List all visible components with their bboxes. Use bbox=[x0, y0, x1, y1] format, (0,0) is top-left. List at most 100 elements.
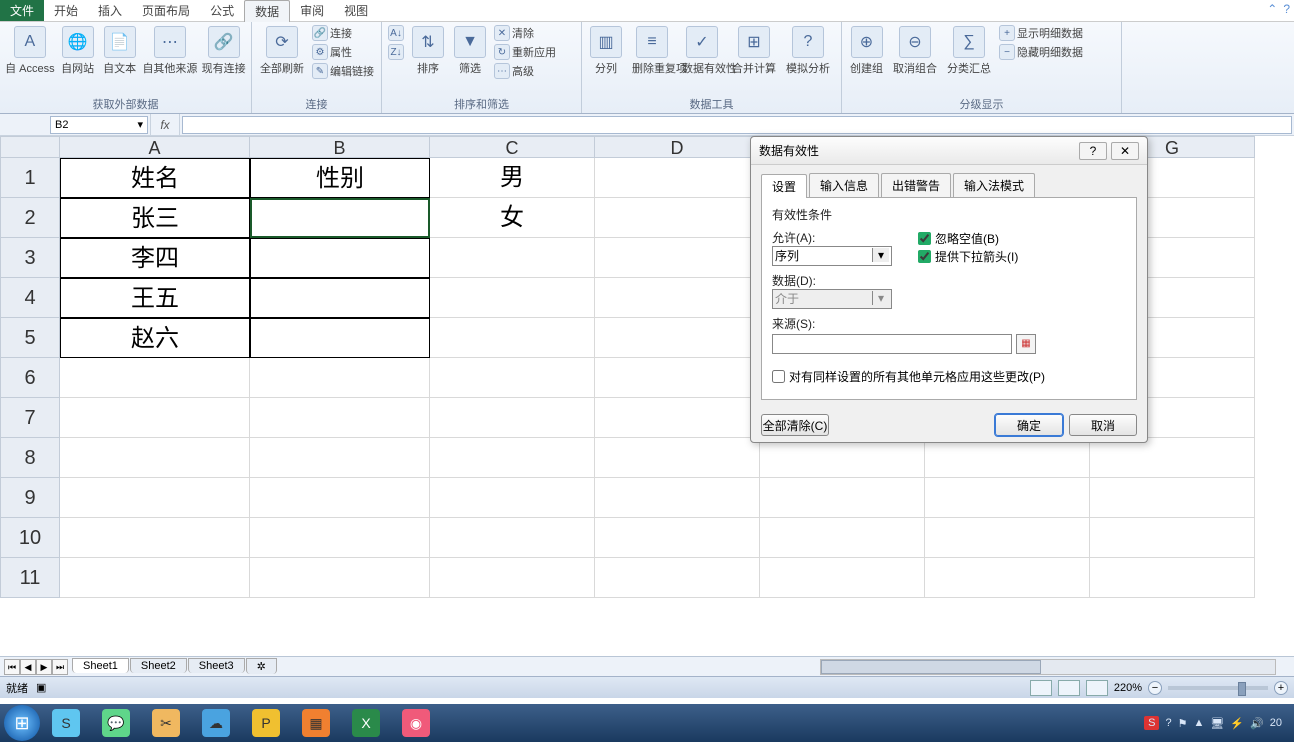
cell-c3[interactable] bbox=[430, 238, 595, 278]
taskbar-app-6[interactable]: ▦ bbox=[292, 707, 340, 739]
cell-b7[interactable] bbox=[250, 398, 430, 438]
cell-a2[interactable]: 张三 bbox=[60, 198, 250, 238]
dlg-tab-error[interactable]: 出错警告 bbox=[881, 173, 951, 197]
cell-c7[interactable] bbox=[430, 398, 595, 438]
taskbar-app-3[interactable]: ✂ bbox=[142, 707, 190, 739]
zoom-slider[interactable] bbox=[1168, 686, 1268, 690]
chevron-down-icon[interactable]: ▾ bbox=[137, 118, 143, 131]
tray-sound-icon[interactable]: 🔊 bbox=[1250, 717, 1264, 730]
cell-b2[interactable] bbox=[250, 198, 430, 238]
col-header-b[interactable]: B bbox=[250, 136, 430, 158]
system-tray[interactable]: S ? ⚑ ▲ 🖥 ⚡ 🔊 20 bbox=[1144, 716, 1290, 730]
row-header-10[interactable]: 10 bbox=[0, 518, 60, 558]
tab-data[interactable]: 数据 bbox=[244, 0, 290, 22]
zoom-in-button[interactable]: + bbox=[1274, 681, 1288, 695]
cell-d10[interactable] bbox=[595, 518, 760, 558]
cell-c9[interactable] bbox=[430, 478, 595, 518]
sheet-nav-last[interactable]: ⏭ bbox=[52, 659, 68, 675]
connections-button[interactable]: 🔗连接 bbox=[310, 24, 376, 42]
horizontal-scrollbar[interactable] bbox=[820, 659, 1276, 675]
cell-e9[interactable] bbox=[760, 478, 925, 518]
sheet-tab-1[interactable]: Sheet1 bbox=[72, 658, 129, 673]
cell-c1[interactable]: 男 bbox=[430, 158, 595, 198]
ok-button[interactable]: 确定 bbox=[995, 414, 1063, 436]
zoom-out-button[interactable]: − bbox=[1148, 681, 1162, 695]
allow-select[interactable]: 序列 bbox=[772, 246, 892, 266]
whatif-button[interactable]: ?模拟分析 bbox=[782, 24, 834, 78]
col-header-d[interactable]: D bbox=[595, 136, 760, 158]
cell-a5[interactable]: 赵六 bbox=[60, 318, 250, 358]
cell-b8[interactable] bbox=[250, 438, 430, 478]
dlg-tab-settings[interactable]: 设置 bbox=[761, 174, 807, 198]
cell-f10[interactable] bbox=[925, 518, 1090, 558]
range-selector-button[interactable]: ▦ bbox=[1016, 334, 1036, 354]
consolidate-button[interactable]: ⊞合并计算 bbox=[728, 24, 780, 78]
cell-f8[interactable] bbox=[925, 438, 1090, 478]
cell-d9[interactable] bbox=[595, 478, 760, 518]
tray-network-icon[interactable]: 🖥 bbox=[1210, 717, 1224, 730]
cell-f11[interactable] bbox=[925, 558, 1090, 598]
filter-button[interactable]: ▼筛选 bbox=[450, 24, 490, 78]
from-web-button[interactable]: 🌐自网站 bbox=[58, 24, 98, 78]
text-to-columns-button[interactable]: ▥分列 bbox=[586, 24, 626, 78]
apply-changes-checkbox[interactable]: 对有同样设置的所有其他单元格应用这些更改(P) bbox=[772, 368, 1126, 385]
cell-b1[interactable]: 性别 bbox=[250, 158, 430, 198]
cell-a8[interactable] bbox=[60, 438, 250, 478]
row-header-9[interactable]: 9 bbox=[0, 478, 60, 518]
name-box[interactable]: B2▾ bbox=[50, 116, 148, 134]
from-other-button[interactable]: ⋯自其他来源 bbox=[142, 24, 199, 78]
remove-dup-button[interactable]: ≡删除重复项 bbox=[628, 24, 676, 78]
fx-icon[interactable]: fx bbox=[150, 114, 180, 135]
tab-view[interactable]: 视图 bbox=[334, 0, 378, 21]
cell-a7[interactable] bbox=[60, 398, 250, 438]
cell-d8[interactable] bbox=[595, 438, 760, 478]
cell-b3[interactable] bbox=[250, 238, 430, 278]
row-header-8[interactable]: 8 bbox=[0, 438, 60, 478]
tab-insert[interactable]: 插入 bbox=[88, 0, 132, 21]
cell-g11[interactable] bbox=[1090, 558, 1255, 598]
cell-c5[interactable] bbox=[430, 318, 595, 358]
cell-e8[interactable] bbox=[760, 438, 925, 478]
source-input[interactable] bbox=[772, 334, 1012, 354]
cell-g8[interactable] bbox=[1090, 438, 1255, 478]
taskbar-app-2[interactable]: 💬 bbox=[92, 707, 140, 739]
cell-d6[interactable] bbox=[595, 358, 760, 398]
row-header-4[interactable]: 4 bbox=[0, 278, 60, 318]
cell-c4[interactable] bbox=[430, 278, 595, 318]
sheet-tab-3[interactable]: Sheet3 bbox=[188, 658, 245, 673]
row-header-6[interactable]: 6 bbox=[0, 358, 60, 398]
cell-a3[interactable]: 李四 bbox=[60, 238, 250, 278]
sheet-nav-first[interactable]: ⏮ bbox=[4, 659, 20, 675]
cell-d7[interactable] bbox=[595, 398, 760, 438]
col-header-a[interactable]: A bbox=[60, 136, 250, 158]
properties-button[interactable]: ⚙属性 bbox=[310, 43, 376, 61]
cell-b9[interactable] bbox=[250, 478, 430, 518]
clear-all-button[interactable]: 全部清除(C) bbox=[761, 414, 829, 436]
tab-file[interactable]: 文件 bbox=[0, 0, 44, 21]
cell-d5[interactable] bbox=[595, 318, 760, 358]
existing-conn-button[interactable]: 🔗现有连接 bbox=[200, 24, 247, 78]
macro-record-icon[interactable]: ▣ bbox=[36, 681, 46, 694]
taskbar-app-5[interactable]: P bbox=[242, 707, 290, 739]
tray-up-icon[interactable]: ▲ bbox=[1193, 717, 1204, 729]
cell-b5[interactable] bbox=[250, 318, 430, 358]
ungroup-button[interactable]: ⊖取消组合 bbox=[889, 24, 941, 78]
cell-f9[interactable] bbox=[925, 478, 1090, 518]
data-validation-button[interactable]: ✓数据有效性 bbox=[678, 24, 726, 78]
cell-a1[interactable]: 姓名 bbox=[60, 158, 250, 198]
show-detail-button[interactable]: +显示明细数据 bbox=[997, 24, 1085, 42]
cell-b6[interactable] bbox=[250, 358, 430, 398]
cell-c2[interactable]: 女 bbox=[430, 198, 595, 238]
tray-time[interactable]: 20 bbox=[1270, 717, 1282, 729]
cell-a10[interactable] bbox=[60, 518, 250, 558]
row-header-11[interactable]: 11 bbox=[0, 558, 60, 598]
dialog-close-button[interactable]: ✕ bbox=[1111, 142, 1139, 160]
cell-d11[interactable] bbox=[595, 558, 760, 598]
cell-b11[interactable] bbox=[250, 558, 430, 598]
cell-d3[interactable] bbox=[595, 238, 760, 278]
taskbar-app-1[interactable]: S bbox=[42, 707, 90, 739]
tab-home[interactable]: 开始 bbox=[44, 0, 88, 21]
cell-e10[interactable] bbox=[760, 518, 925, 558]
minimize-ribbon-icon[interactable]: ⌃ bbox=[1267, 2, 1277, 16]
tray-battery-icon[interactable]: ⚡ bbox=[1230, 717, 1244, 730]
